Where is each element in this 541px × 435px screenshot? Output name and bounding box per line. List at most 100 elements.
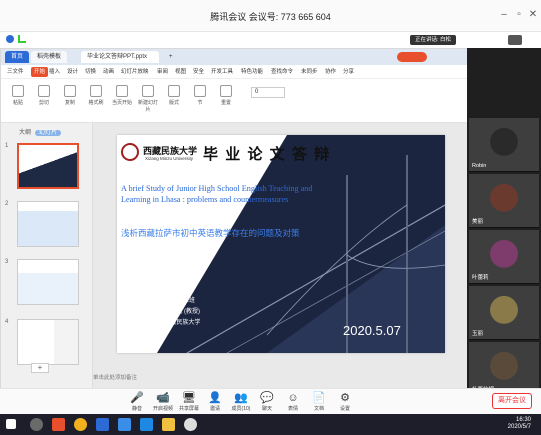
tab-home[interactable]: 首页 (5, 51, 30, 63)
wps-ribbon: 粘贴 剪切 复制 格式刷 当页开始 新建幻灯片 版式 节 重置 0 (1, 79, 468, 123)
toolbar-button[interactable]: 📹 开启视频 (150, 391, 176, 412)
ribbon-label: 版式 (168, 100, 179, 106)
wps-icon[interactable] (52, 418, 65, 431)
menu-item[interactable]: 开始 (31, 67, 49, 77)
ribbon-button[interactable]: 剪切 (33, 83, 55, 117)
slide-heading: 毕 业 论 文 答 辩 (203, 145, 331, 163)
toolbar-button[interactable]: 🎤 静音 (124, 391, 150, 412)
ribbon-label: 粘贴 (12, 100, 23, 106)
toolbar-button[interactable]: 👤 邀请 (202, 391, 228, 412)
edge-icon[interactable] (96, 418, 109, 431)
toolbar-label: 聊天 (261, 406, 272, 412)
clock-time: 16:30 (515, 417, 531, 423)
wps-tab-bar: 首页 稻壳模板 毕业论文答辩PPT.pptx + (1, 49, 468, 65)
menu-item[interactable]: 幻灯片放映 (121, 67, 149, 77)
notes-field[interactable]: 单击此处添加备注 (93, 373, 373, 383)
menu-item[interactable]: 设计 (67, 67, 78, 77)
toolbar-label: 成员(10) (231, 406, 251, 412)
system-clock[interactable]: 16:30 2020/5/7 (508, 417, 531, 431)
slide-date: 2020.5.07 (343, 323, 401, 338)
toolbar-button[interactable]: ⚙ 设置 (332, 391, 358, 412)
participant-name: 美丽 (472, 219, 484, 225)
search-icon[interactable] (30, 418, 43, 431)
toolbar-icon: 💬 (260, 392, 274, 404)
slide-thumbnail[interactable] (17, 143, 79, 189)
leave-meeting-button[interactable]: 离开会议 (492, 393, 532, 409)
font-size-input[interactable]: 0 (251, 87, 285, 98)
ribbon-button[interactable]: 当页开始 (111, 83, 133, 117)
slide-number: 1 (5, 143, 9, 149)
menu-item[interactable]: 插入 (49, 67, 60, 77)
close-icon[interactable]: ✕ (526, 9, 540, 23)
university-name-en: Xizang Minzu University (145, 156, 194, 161)
slides-tab[interactable]: 幻灯片 (35, 130, 62, 136)
menu-item[interactable]: 视图 (175, 67, 186, 77)
toolbar-label: 共享屏幕 (178, 406, 199, 412)
clock-date: 2020/5/7 (507, 424, 531, 430)
meeting-info-bar: 正在讲话: 白松 (0, 32, 541, 48)
ribbon-button[interactable]: 重置 (215, 83, 237, 117)
participant-name: 玉丽 (472, 331, 484, 337)
toolbar-label: 文档 (313, 406, 324, 412)
gallery-toggle-icon[interactable] (508, 35, 522, 45)
toolbar-button[interactable]: 🖥 共享屏幕 (176, 391, 202, 412)
ribbon-button[interactable]: 粘贴 (7, 83, 29, 117)
university-seal-icon (121, 143, 139, 161)
ribbon-button[interactable]: 复制 (59, 83, 81, 117)
english-title-line: A brief Study of Junior High School Engl… (121, 184, 313, 193)
restore-icon[interactable]: ▫ (512, 9, 526, 23)
camera-icon[interactable] (184, 418, 197, 431)
toolbar-icon: 🎤 (130, 392, 144, 404)
menu-item[interactable]: 分享 (343, 67, 354, 77)
menu-item[interactable]: 未同步 (301, 67, 318, 77)
toolbar-icon: 👥 (234, 392, 248, 404)
login-badge[interactable] (397, 52, 427, 62)
toolbar-button[interactable]: 💬 聊天 (254, 391, 280, 412)
chrome-icon[interactable] (74, 418, 87, 431)
slide-thumbnail[interactable] (17, 259, 79, 305)
toolbar-icon: 📄 (312, 392, 326, 404)
slide-thumbnail[interactable] (17, 201, 79, 247)
participant-video[interactable]: 玉丽 (469, 286, 539, 340)
ribbon-button[interactable]: 格式刷 (85, 83, 107, 117)
slide-thumbnail[interactable] (17, 319, 79, 365)
toolbar-button[interactable]: 📄 文档 (306, 391, 332, 412)
menu-item[interactable]: 协作 (325, 67, 336, 77)
participant-name: 叶蕾莉 (472, 275, 489, 281)
toolbar-label: 静音 (131, 406, 142, 412)
tab-document[interactable]: 毕业论文答辩PPT.pptx (81, 51, 159, 63)
minimize-icon[interactable]: – (497, 9, 511, 23)
participant-video[interactable]: Robin (469, 118, 539, 172)
menu-item[interactable]: 审阅 (157, 67, 168, 77)
slide-canvas[interactable]: 西藏民族大学 Xizang Minzu University 毕 业 论 文 答… (117, 135, 445, 353)
start-icon[interactable] (6, 419, 16, 429)
menu-item[interactable]: 切换 (85, 67, 96, 77)
participant-video[interactable]: 美丽 (469, 174, 539, 228)
shield-icon[interactable] (6, 35, 14, 43)
menu-item[interactable]: 查找命令 (271, 67, 293, 77)
folder-icon[interactable] (162, 418, 175, 431)
menu-item[interactable]: 三文件 (7, 67, 24, 77)
slide-number: 3 (5, 259, 9, 265)
meeting-app-icon[interactable] (118, 418, 131, 431)
toolbar-button[interactable]: 👥 成员(10) (228, 391, 254, 412)
ribbon-button[interactable]: 版式 (163, 83, 185, 117)
os-taskbar: 16:30 2020/5/7 (0, 414, 541, 435)
outline-tab[interactable]: 大纲 (19, 130, 31, 136)
english-title: A brief Study of Junior High School Engl… (121, 183, 351, 205)
menu-item[interactable]: 开发工具 (211, 67, 233, 77)
app-icon[interactable] (140, 418, 153, 431)
ribbon-icon (220, 85, 232, 97)
ribbon-button[interactable]: 新建幻灯片 (137, 83, 159, 117)
ribbon-button[interactable]: 节 (189, 83, 211, 117)
toolbar-button[interactable]: ☺ 表情 (280, 391, 306, 412)
menu-item[interactable]: 动画 (103, 67, 114, 77)
slide-number: 2 (5, 201, 9, 207)
add-slide-button[interactable]: + (31, 363, 49, 373)
menu-item[interactable]: 安全 (193, 67, 204, 77)
menu-item[interactable]: 特色功能 (241, 67, 263, 77)
participant-video[interactable]: 叶蕾莉 (469, 230, 539, 284)
ribbon-label: 重置 (220, 100, 231, 106)
tab-docer[interactable]: 稻壳模板 (31, 51, 68, 63)
new-tab-button[interactable]: + (163, 51, 179, 63)
